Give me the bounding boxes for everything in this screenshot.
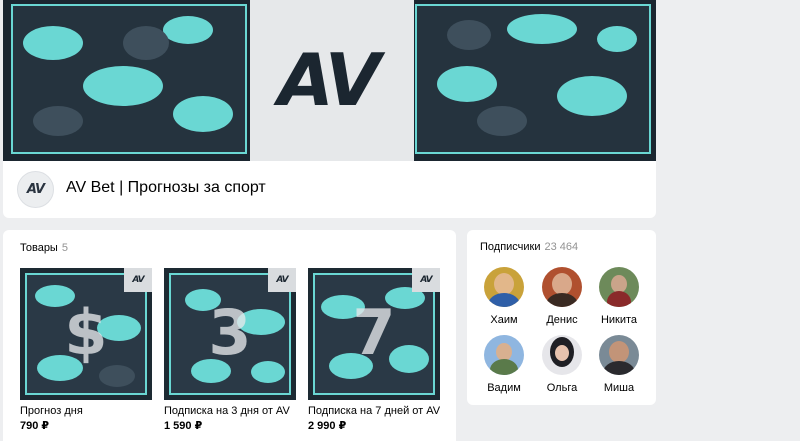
group-name: AV Bet | Прогнозы за спорт [66,179,266,196]
follower-name[interactable]: Ольга [532,382,592,394]
avatar[interactable] [542,335,582,375]
follower-name[interactable]: Вадим [474,382,534,394]
product-image[interactable]: 3 AV [164,268,296,400]
product-price: 1 590 ₽ [164,420,203,432]
follower-name[interactable]: Никита [589,314,649,326]
product-image[interactable]: $ AV [20,268,152,400]
avatar[interactable] [599,267,639,307]
product-price: 2 990 ₽ [308,420,347,432]
product-av-badge: AV [124,268,152,292]
follower-item[interactable]: Хаим [474,267,534,326]
products-heading[interactable]: Товары 5 [20,242,68,254]
follower-item[interactable]: Ольга [532,335,592,394]
products-title: Товары [20,242,58,254]
avatar[interactable] [484,267,524,307]
group-cover-image[interactable]: AV [3,0,656,161]
followers-card: Подписчики 23 464 Хаим Денис Никита Вадим [467,230,656,405]
cover-camo-left [11,4,247,154]
product-badge-digit: 3 [208,296,252,369]
product-title[interactable]: Подписка на 7 дней от AV [308,405,440,417]
follower-item[interactable]: Никита [589,267,649,326]
followers-title: Подписчики [480,241,541,253]
cover-av-logo: AV [278,38,381,122]
product-item[interactable]: 3 AV Подписка на 3 дня от AV 1 590 ₽ [164,268,296,432]
product-item[interactable]: 7 AV Подписка на 7 дней от AV 2 990 ₽ [308,268,440,432]
product-title[interactable]: Прогноз дня [20,405,152,417]
cover-camo-right [415,4,651,154]
products-count: 5 [61,242,68,254]
avatar[interactable] [484,335,524,375]
product-image[interactable]: 7 AV [308,268,440,400]
product-title[interactable]: Подписка на 3 дня от AV [164,405,296,417]
avatar[interactable] [599,335,639,375]
follower-item[interactable]: Вадим [474,335,534,394]
group-header-card: AV AV AV Bet | Прогнозы за спорт [3,0,656,218]
product-price: 790 ₽ [20,420,50,432]
group-avatar[interactable]: AV [17,171,54,208]
follower-item[interactable]: Миша [589,335,649,394]
product-av-badge: AV [412,268,440,292]
product-badge-digit: 7 [352,296,396,369]
follower-item[interactable]: Денис [532,267,592,326]
followers-heading[interactable]: Подписчики 23 464 [480,241,578,253]
group-avatar-logo: AV [26,182,45,197]
product-item[interactable]: $ AV Прогноз дня 790 ₽ [20,268,152,432]
group-title-row: AV AV Bet | Прогнозы за спорт [3,161,656,218]
follower-name[interactable]: Хаим [474,314,534,326]
product-badge-digit: $ [64,296,108,369]
products-card: Товары 5 $ AV Прогноз дня 790 ₽ 3 AV Под… [3,230,456,441]
follower-name[interactable]: Миша [589,382,649,394]
follower-name[interactable]: Денис [532,314,592,326]
cover-logo-panel: AV [250,0,414,161]
avatar[interactable] [542,267,582,307]
product-av-badge: AV [268,268,296,292]
followers-count: 23 464 [544,241,579,253]
